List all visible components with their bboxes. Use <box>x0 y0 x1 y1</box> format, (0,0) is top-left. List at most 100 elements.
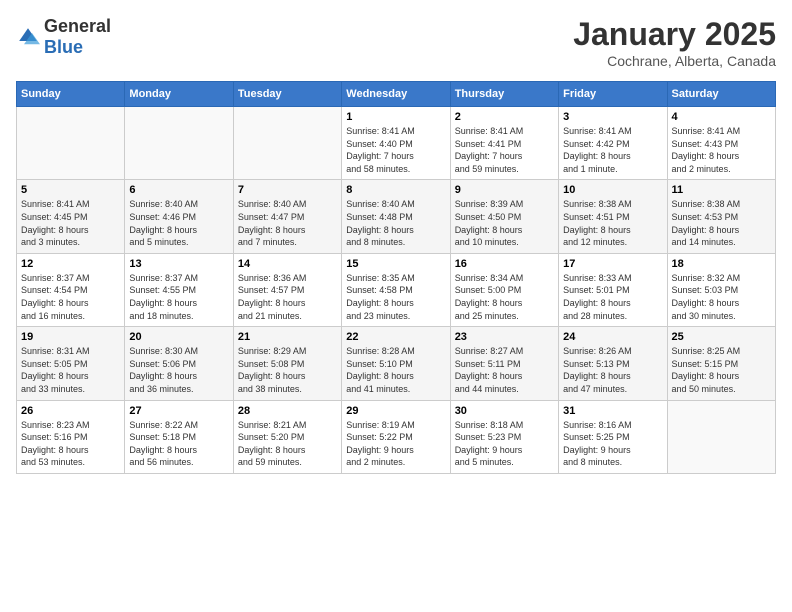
calendar-cell: 7 Sunrise: 8:40 AM Sunset: 4:47 PM Daylig… <box>233 180 341 253</box>
day-detail: Sunrise: 8:41 AM Sunset: 4:45 PM Dayligh… <box>21 198 120 248</box>
calendar-cell: 21 Sunrise: 8:29 AM Sunset: 5:08 PM Dayli… <box>233 327 341 400</box>
calendar-cell: 25 Sunrise: 8:25 AM Sunset: 5:15 PM Dayli… <box>667 327 775 400</box>
week-row-4: 19 Sunrise: 8:31 AM Sunset: 5:05 PM Dayli… <box>17 327 776 400</box>
calendar-title: January 2025 <box>573 16 776 53</box>
day-detail: Sunrise: 8:16 AM Sunset: 5:25 PM Dayligh… <box>563 419 662 469</box>
day-number: 5 <box>21 184 120 196</box>
day-detail: Sunrise: 8:37 AM Sunset: 4:55 PM Dayligh… <box>129 272 228 322</box>
calendar-cell: 27 Sunrise: 8:22 AM Sunset: 5:18 PM Dayli… <box>125 400 233 473</box>
day-detail: Sunrise: 8:32 AM Sunset: 5:03 PM Dayligh… <box>672 272 771 322</box>
day-number: 2 <box>455 111 554 123</box>
day-detail: Sunrise: 8:23 AM Sunset: 5:16 PM Dayligh… <box>21 419 120 469</box>
calendar-cell: 6 Sunrise: 8:40 AM Sunset: 4:46 PM Daylig… <box>125 180 233 253</box>
weekday-header-friday: Friday <box>559 82 667 107</box>
calendar-cell: 16 Sunrise: 8:34 AM Sunset: 5:00 PM Dayli… <box>450 253 558 326</box>
day-detail: Sunrise: 8:31 AM Sunset: 5:05 PM Dayligh… <box>21 345 120 395</box>
day-number: 17 <box>563 258 662 270</box>
day-number: 22 <box>346 331 445 343</box>
calendar-cell: 30 Sunrise: 8:18 AM Sunset: 5:23 PM Dayli… <box>450 400 558 473</box>
calendar-location: Cochrane, Alberta, Canada <box>573 53 776 69</box>
day-detail: Sunrise: 8:40 AM Sunset: 4:46 PM Dayligh… <box>129 198 228 248</box>
day-number: 18 <box>672 258 771 270</box>
day-number: 28 <box>238 405 337 417</box>
day-detail: Sunrise: 8:19 AM Sunset: 5:22 PM Dayligh… <box>346 419 445 469</box>
calendar-cell: 12 Sunrise: 8:37 AM Sunset: 4:54 PM Dayli… <box>17 253 125 326</box>
day-detail: Sunrise: 8:40 AM Sunset: 4:47 PM Dayligh… <box>238 198 337 248</box>
calendar-cell: 24Sunrise: 8:26 AM Sunset: 5:13 PM Dayli… <box>559 327 667 400</box>
day-number: 29 <box>346 405 445 417</box>
calendar-cell: 2 Sunrise: 8:41 AM Sunset: 4:41 PM Daylig… <box>450 107 558 180</box>
day-number: 15 <box>346 258 445 270</box>
day-detail: Sunrise: 8:36 AM Sunset: 4:57 PM Dayligh… <box>238 272 337 322</box>
day-detail: Sunrise: 8:37 AM Sunset: 4:54 PM Dayligh… <box>21 272 120 322</box>
day-number: 8 <box>346 184 445 196</box>
calendar-cell: 9 Sunrise: 8:39 AM Sunset: 4:50 PM Daylig… <box>450 180 558 253</box>
day-number: 10 <box>563 184 662 196</box>
logo-general: General <box>44 16 111 36</box>
day-detail: Sunrise: 8:41 AM Sunset: 4:41 PM Dayligh… <box>455 125 554 175</box>
day-number: 6 <box>129 184 228 196</box>
day-number: 13 <box>129 258 228 270</box>
day-detail: Sunrise: 8:29 AM Sunset: 5:08 PM Dayligh… <box>238 345 337 395</box>
day-detail: Sunrise: 8:41 AM Sunset: 4:43 PM Dayligh… <box>672 125 771 175</box>
day-number: 27 <box>129 405 228 417</box>
calendar-cell: 18 Sunrise: 8:32 AM Sunset: 5:03 PM Dayli… <box>667 253 775 326</box>
calendar-cell: 1 Sunrise: 8:41 AM Sunset: 4:40 PM Daylig… <box>342 107 450 180</box>
calendar-cell: 17 Sunrise: 8:33 AM Sunset: 5:01 PM Dayli… <box>559 253 667 326</box>
day-detail: Sunrise: 8:18 AM Sunset: 5:23 PM Dayligh… <box>455 419 554 469</box>
day-detail: Sunrise: 8:40 AM Sunset: 4:48 PM Dayligh… <box>346 198 445 248</box>
calendar-cell: 3Sunrise: 8:41 AM Sunset: 4:42 PM Daylig… <box>559 107 667 180</box>
calendar-cell: 20Sunrise: 8:30 AM Sunset: 5:06 PM Dayli… <box>125 327 233 400</box>
day-detail: Sunrise: 8:28 AM Sunset: 5:10 PM Dayligh… <box>346 345 445 395</box>
calendar-cell <box>233 107 341 180</box>
day-detail: Sunrise: 8:38 AM Sunset: 4:53 PM Dayligh… <box>672 198 771 248</box>
day-number: 7 <box>238 184 337 196</box>
calendar-cell: 26 Sunrise: 8:23 AM Sunset: 5:16 PM Dayli… <box>17 400 125 473</box>
day-number: 30 <box>455 405 554 417</box>
calendar-cell: 14 Sunrise: 8:36 AM Sunset: 4:57 PM Dayli… <box>233 253 341 326</box>
day-number: 24 <box>563 331 662 343</box>
day-detail: Sunrise: 8:39 AM Sunset: 4:50 PM Dayligh… <box>455 198 554 248</box>
day-number: 14 <box>238 258 337 270</box>
day-number: 23 <box>455 331 554 343</box>
calendar-cell: 22 Sunrise: 8:28 AM Sunset: 5:10 PM Dayli… <box>342 327 450 400</box>
title-block: January 2025 Cochrane, Alberta, Canada <box>573 16 776 69</box>
day-number: 21 <box>238 331 337 343</box>
calendar-cell: 28 Sunrise: 8:21 AM Sunset: 5:20 PM Dayli… <box>233 400 341 473</box>
week-row-1: 1 Sunrise: 8:41 AM Sunset: 4:40 PM Daylig… <box>17 107 776 180</box>
week-row-3: 12 Sunrise: 8:37 AM Sunset: 4:54 PM Dayli… <box>17 253 776 326</box>
day-detail: Sunrise: 8:21 AM Sunset: 5:20 PM Dayligh… <box>238 419 337 469</box>
calendar-cell <box>125 107 233 180</box>
day-number: 16 <box>455 258 554 270</box>
calendar-cell <box>17 107 125 180</box>
day-detail: Sunrise: 8:22 AM Sunset: 5:18 PM Dayligh… <box>129 419 228 469</box>
calendar-cell: 10Sunrise: 8:38 AM Sunset: 4:51 PM Dayli… <box>559 180 667 253</box>
page-header: General Blue January 2025 Cochrane, Albe… <box>16 16 776 69</box>
week-row-5: 26 Sunrise: 8:23 AM Sunset: 5:16 PM Dayli… <box>17 400 776 473</box>
day-number: 1 <box>346 111 445 123</box>
day-number: 4 <box>672 111 771 123</box>
calendar-cell: 4 Sunrise: 8:41 AM Sunset: 4:43 PM Daylig… <box>667 107 775 180</box>
day-detail: Sunrise: 8:27 AM Sunset: 5:11 PM Dayligh… <box>455 345 554 395</box>
day-detail: Sunrise: 8:25 AM Sunset: 5:15 PM Dayligh… <box>672 345 771 395</box>
logo-blue: Blue <box>44 37 83 57</box>
day-detail: Sunrise: 8:30 AM Sunset: 5:06 PM Dayligh… <box>129 345 228 395</box>
weekday-header-thursday: Thursday <box>450 82 558 107</box>
weekday-header-monday: Monday <box>125 82 233 107</box>
day-detail: Sunrise: 8:35 AM Sunset: 4:58 PM Dayligh… <box>346 272 445 322</box>
day-detail: Sunrise: 8:33 AM Sunset: 5:01 PM Dayligh… <box>563 272 662 322</box>
day-number: 25 <box>672 331 771 343</box>
day-number: 19 <box>21 331 120 343</box>
weekday-header-row: SundayMondayTuesdayWednesdayThursdayFrid… <box>17 82 776 107</box>
calendar-cell <box>667 400 775 473</box>
weekday-header-wednesday: Wednesday <box>342 82 450 107</box>
week-row-2: 5 Sunrise: 8:41 AM Sunset: 4:45 PM Daylig… <box>17 180 776 253</box>
logo-icon <box>16 25 40 49</box>
day-detail: Sunrise: 8:34 AM Sunset: 5:00 PM Dayligh… <box>455 272 554 322</box>
calendar-table: SundayMondayTuesdayWednesdayThursdayFrid… <box>16 81 776 474</box>
day-number: 26 <box>21 405 120 417</box>
day-number: 9 <box>455 184 554 196</box>
day-number: 12 <box>21 258 120 270</box>
day-detail: Sunrise: 8:41 AM Sunset: 4:40 PM Dayligh… <box>346 125 445 175</box>
day-detail: Sunrise: 8:41 AM Sunset: 4:42 PM Dayligh… <box>563 125 662 175</box>
